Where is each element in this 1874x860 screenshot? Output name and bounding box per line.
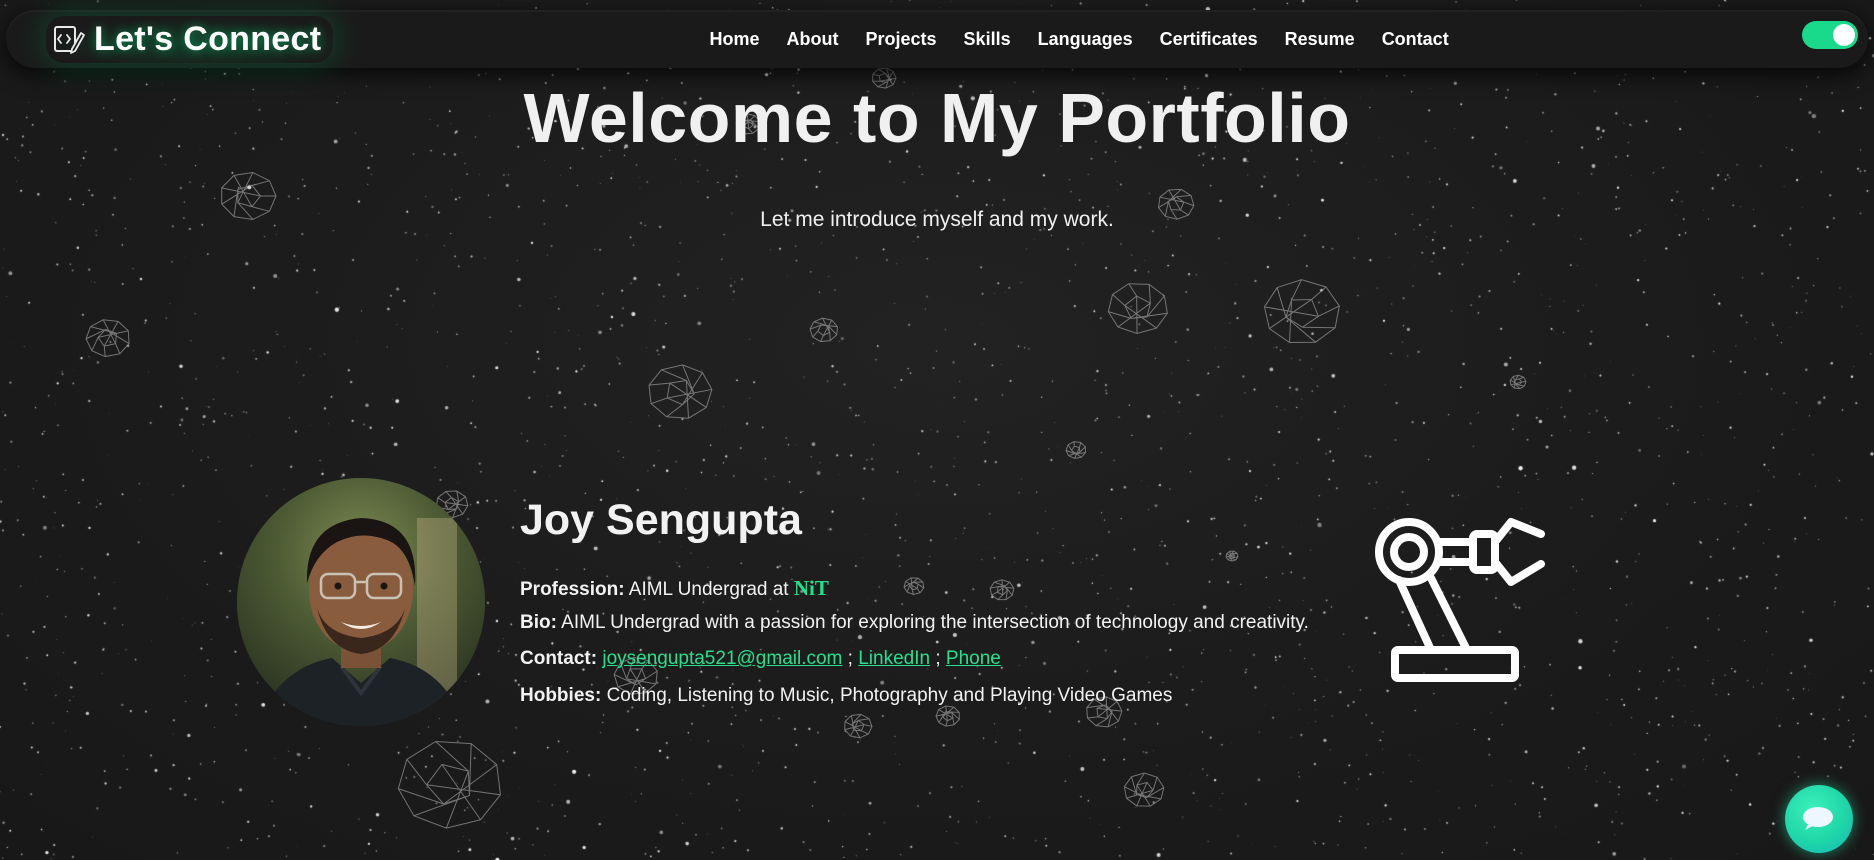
profile-name: Joy Sengupta bbox=[520, 496, 802, 544]
robot-arm-icon bbox=[1375, 518, 1545, 682]
wireframe-polyhedron bbox=[989, 579, 1015, 601]
brand-link[interactable]: Let's Connect bbox=[46, 16, 334, 63]
hero-subtitle: Let me introduce myself and my work. bbox=[760, 208, 1114, 231]
wireframe-polyhedron bbox=[844, 713, 873, 739]
hobbies-label: Hobbies: bbox=[520, 685, 602, 706]
wireframe-polyhedron bbox=[85, 319, 130, 358]
nav-certificates[interactable]: Certificates bbox=[1146, 29, 1271, 50]
hobbies-line: Hobbies: Coding, Listening to Music, Pho… bbox=[520, 685, 1172, 707]
wireframe-polyhedron bbox=[903, 577, 925, 596]
person-photo-illustration bbox=[237, 478, 485, 726]
contact-separator: ; bbox=[935, 648, 941, 669]
code-edit-icon bbox=[54, 25, 85, 54]
nav-resume[interactable]: Resume bbox=[1271, 29, 1368, 50]
wireframe-polyhedron bbox=[1509, 374, 1527, 390]
nav-links: Home About Projects Skills Languages Cer… bbox=[696, 10, 1462, 68]
contact-label: Contact: bbox=[520, 648, 598, 669]
chat-button[interactable] bbox=[1785, 785, 1853, 853]
profession-label: Profession: bbox=[520, 579, 625, 600]
wireframe-polyhedron bbox=[1123, 772, 1165, 807]
contact-separator: ; bbox=[847, 648, 853, 669]
wireframe-polyhedron bbox=[1263, 279, 1340, 344]
nav-skills[interactable]: Skills bbox=[950, 29, 1024, 50]
profile-photo bbox=[237, 478, 485, 726]
portfolio-page: Let's Connect Home About Projects Skills… bbox=[0, 0, 1874, 860]
phone-link[interactable]: Phone bbox=[946, 648, 1001, 669]
navbar: Let's Connect Home About Projects Skills… bbox=[6, 10, 1868, 68]
bio-label: Bio: bbox=[520, 612, 557, 633]
profession-line: Profession: AIML Undergrad at NiT bbox=[520, 576, 829, 601]
wireframe-polyhedron bbox=[1107, 283, 1168, 335]
wireframe-polyhedron bbox=[1065, 441, 1086, 459]
wireframe-polyhedron bbox=[648, 364, 713, 419]
wireframe-polyhedron bbox=[397, 740, 501, 829]
bio-line: Bio: AIML Undergrad with a passion for e… bbox=[520, 612, 1309, 634]
wireframe-polyhedron bbox=[809, 317, 838, 343]
wireframe-polyhedron bbox=[1225, 550, 1239, 562]
chat-bubble-icon bbox=[1803, 807, 1833, 830]
nav-contact[interactable]: Contact bbox=[1368, 29, 1462, 50]
hobbies-text: Coding, Listening to Music, Photography … bbox=[606, 685, 1173, 706]
email-link[interactable]: joysengupta521@gmail.com bbox=[602, 648, 842, 669]
contact-line: Contact: joysengupta521@gmail.com ; Link… bbox=[520, 648, 1001, 670]
linkedin-link[interactable]: LinkedIn bbox=[858, 648, 930, 669]
bio-text: AIML Undergrad with a passion for explor… bbox=[561, 612, 1309, 633]
hero-title: Welcome to My Portfolio bbox=[523, 79, 1351, 157]
profession-text: AIML Undergrad at bbox=[628, 579, 789, 600]
theme-toggle[interactable] bbox=[1802, 21, 1858, 49]
toggle-knob bbox=[1833, 24, 1855, 46]
nav-about[interactable]: About bbox=[773, 29, 852, 50]
nav-home[interactable]: Home bbox=[696, 29, 773, 50]
brand-title: Let's Connect bbox=[94, 20, 322, 58]
nav-projects[interactable]: Projects bbox=[852, 29, 950, 50]
nav-languages[interactable]: Languages bbox=[1024, 29, 1146, 50]
institution-name: NiT bbox=[793, 576, 829, 600]
